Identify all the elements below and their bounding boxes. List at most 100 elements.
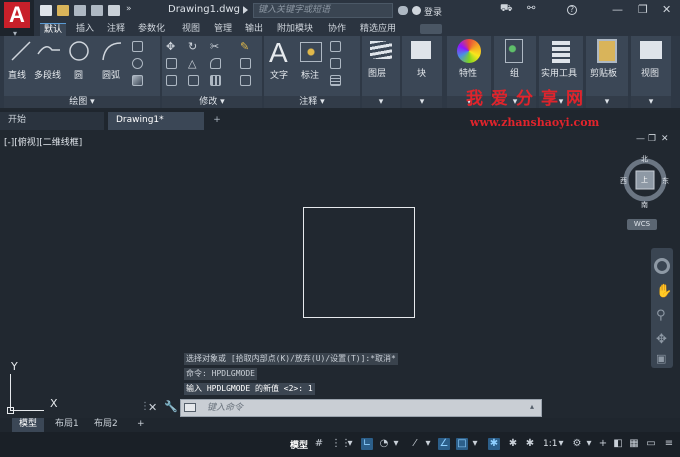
pan-icon[interactable]: ✋ (656, 284, 672, 299)
gradient-icon[interactable] (132, 75, 143, 86)
polyline-tool-label[interactable]: 多段线 (34, 68, 61, 81)
tab-view[interactable]: 视图 (178, 23, 204, 36)
drawn-rectangle[interactable] (303, 207, 415, 318)
arc-icon[interactable] (100, 40, 124, 62)
zoom-icon[interactable]: ⚲ (656, 308, 666, 323)
viewport-controls[interactable]: [-][俯视][二维线框] (4, 135, 82, 148)
polyline-icon[interactable] (36, 40, 62, 62)
copy-icon[interactable] (166, 58, 177, 69)
tab-model[interactable]: 模型 (12, 418, 45, 432)
chevron-down-icon[interactable]: ▾ (424, 438, 432, 450)
viewport-minimize-icon[interactable]: — (636, 134, 645, 144)
tab-annotate[interactable]: 注释 (103, 23, 129, 36)
layers-panel[interactable]: 图层 ▾ (362, 36, 400, 108)
chevron-down-icon[interactable]: ▾ (557, 438, 565, 450)
view-panel[interactable]: 视图 ▾ (631, 36, 671, 108)
draw-panel-label[interactable]: 绘图 ▾ (4, 96, 160, 108)
add-layout-icon[interactable]: + (130, 418, 152, 432)
chevron-down-icon[interactable]: ▾ (471, 438, 479, 450)
linear-dim-icon[interactable] (330, 41, 341, 52)
login-link[interactable]: 登录 (424, 5, 442, 18)
move-icon[interactable]: ✥ (166, 41, 177, 52)
array-icon[interactable] (210, 75, 221, 86)
grid-icon[interactable]: # (313, 438, 325, 450)
chevron-down-icon[interactable]: ▾ (362, 96, 400, 108)
scale-icon[interactable] (188, 75, 199, 86)
command-input[interactable]: 键入命令 (180, 399, 542, 417)
arc-tool-label[interactable]: 圆弧 (102, 68, 120, 81)
tab-parametric[interactable]: 参数化 (134, 23, 169, 36)
tab-featured-apps[interactable]: 精选应用 (356, 23, 400, 36)
tab-start[interactable]: 开始 (0, 112, 104, 130)
close-button[interactable]: ✕ (662, 3, 671, 16)
fillet-icon[interactable] (210, 58, 221, 69)
tab-insert[interactable]: 插入 (72, 23, 98, 36)
dimension-icon[interactable] (300, 42, 322, 62)
chevron-down-icon[interactable]: ▾ (346, 438, 354, 450)
chevron-down-icon[interactable]: ▾ (402, 96, 442, 108)
compass-north[interactable]: 北 (641, 154, 648, 164)
dimension-tool-label[interactable]: 标注 (301, 68, 319, 81)
isodraft-icon[interactable]: ⁄ (409, 438, 421, 450)
compass-east[interactable]: 东 (662, 176, 669, 186)
model-space-toggle[interactable]: 模型 (290, 438, 308, 451)
mirror-icon[interactable]: △ (188, 58, 199, 69)
binoculars-icon[interactable] (398, 6, 408, 15)
save-icon[interactable] (74, 5, 86, 16)
trim-icon[interactable]: ✂ (210, 41, 221, 52)
explode-icon[interactable] (240, 58, 251, 69)
tab-addins[interactable]: 附加模块 (273, 23, 317, 36)
line-tool-label[interactable]: 直线 (8, 68, 26, 81)
erase-icon[interactable]: ✎ (240, 41, 251, 52)
leader-icon[interactable] (330, 58, 341, 69)
tab-manage[interactable]: 管理 (210, 23, 236, 36)
tab-output[interactable]: 输出 (241, 23, 267, 36)
polar-icon[interactable]: ◔ (378, 438, 390, 450)
annotation-panel-label[interactable]: 注释 ▾ (264, 96, 360, 108)
customize-wrench-icon[interactable]: 🔧 (164, 400, 178, 413)
circle-tool-label[interactable]: 圆 (74, 68, 83, 81)
auto-scale-icon[interactable]: ✱ (524, 438, 536, 450)
customization-menu-icon[interactable]: ≡ (663, 438, 675, 450)
new-file-icon[interactable] (40, 5, 52, 16)
tab-default[interactable]: 默认 (40, 23, 67, 36)
clean-screen-icon[interactable]: ▭ (645, 438, 657, 450)
viewport-restore-icon[interactable]: ❐ (648, 134, 656, 144)
tab-layout2[interactable]: 布局2 (87, 418, 125, 432)
search-input[interactable]: 键入关键字或短语 (253, 3, 393, 18)
isolate-objects-icon[interactable]: ◧ (612, 438, 624, 450)
compass-south[interactable]: 南 (641, 200, 648, 210)
restore-button[interactable]: ❐ (638, 3, 648, 16)
chevron-down-icon[interactable]: ▾ (631, 96, 671, 108)
more-tools-icon[interactable]: » (126, 4, 138, 15)
compass-west[interactable]: 西 (620, 176, 627, 186)
table-icon[interactable] (330, 75, 341, 86)
steering-wheel-icon[interactable] (654, 258, 670, 274)
workspace-gear-icon[interactable]: ⚙ (571, 438, 583, 450)
text-icon[interactable]: A (269, 37, 288, 69)
modify-panel-label[interactable]: 修改 ▾ (162, 96, 262, 108)
close-icon[interactable]: ✕ (148, 401, 157, 414)
scroll-up-icon[interactable]: ▴ (530, 402, 534, 411)
offset-icon[interactable] (240, 75, 251, 86)
open-file-icon[interactable] (57, 5, 69, 16)
new-tab-button[interactable]: + (210, 112, 224, 130)
recent-commands-icon[interactable] (184, 403, 196, 412)
chevron-down-icon[interactable]: ▾ (392, 438, 400, 450)
tab-collaborate[interactable]: 协作 (324, 23, 350, 36)
orbit-icon[interactable]: ✥ (656, 332, 667, 347)
snap-icon[interactable]: ⋮⋮ (331, 438, 351, 450)
drawing-canvas[interactable]: [-][俯视][二维线框] — ❐ ✕ 北 南 西 东 上 WCS ✋ ⚲ ✥ … (0, 89, 680, 418)
viewcube[interactable]: 北 南 西 东 上 (620, 154, 670, 210)
circle-icon[interactable] (68, 40, 90, 62)
object-snap-tracking-icon[interactable]: ∠ (438, 438, 450, 450)
tab-layout1[interactable]: 布局1 (48, 418, 86, 432)
chevron-down-icon[interactable]: ▾ (585, 438, 593, 450)
line-icon[interactable] (10, 40, 32, 62)
share-icon[interactable]: ⚯ (527, 3, 539, 14)
showmotion-icon[interactable]: ▣ (656, 352, 666, 365)
ortho-icon[interactable]: ∟ (361, 438, 373, 450)
clipboard-panel[interactable]: 剪贴板 ▾ (586, 36, 628, 108)
stretch-icon[interactable] (166, 75, 177, 86)
rotate-icon[interactable]: ↻ (188, 41, 199, 52)
